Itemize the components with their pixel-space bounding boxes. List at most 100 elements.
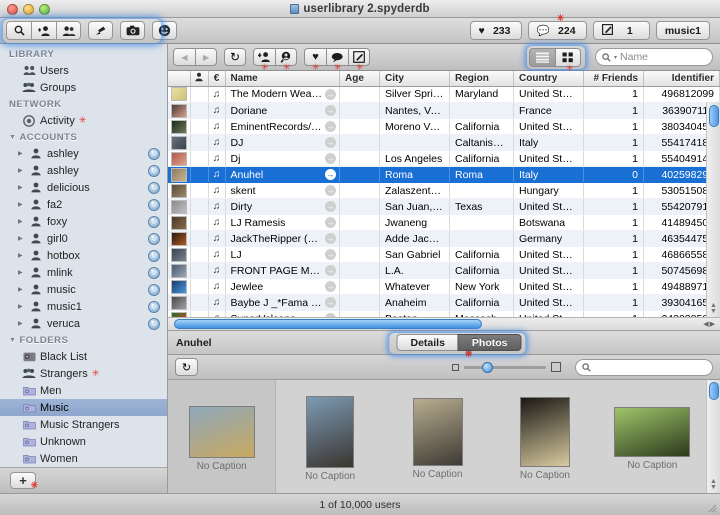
sidebar-item-women[interactable]: Women [0,450,167,467]
sidebar-item-foxy[interactable]: ▶foxy↻ [0,213,167,230]
photo-item[interactable]: No Caption [599,380,706,493]
sidebar-section-header[interactable]: ▼FOLDERS [0,332,167,348]
photo-thumbnail[interactable] [520,397,570,467]
add-friend-button[interactable]: ✳ [253,48,275,66]
email-column-header[interactable]: € [208,71,225,86]
photo-item[interactable]: No Caption [384,380,491,493]
sync-status-icon[interactable]: ↻ [148,250,160,262]
sidebar-item-activity[interactable]: Activity✳ [0,112,167,129]
comments-count-pill[interactable]: ✳ 💬 224 [528,21,587,40]
disclosure-triangle-icon[interactable]: ▼ [9,337,16,344]
add-item-button[interactable]: + ✳ [10,472,36,489]
country-column-header[interactable]: Country [514,71,584,86]
favorites-count-pill[interactable]: ♥ 233 [470,21,522,40]
large-thumbnail-icon[interactable] [551,362,561,372]
tab-details[interactable]: Details [396,334,457,351]
photo-thumbnail[interactable] [614,407,690,457]
table-row[interactable]: ♫FRONT PAGE MUSIC LLC→L.A.CaliforniaUnit… [168,263,720,279]
table-row[interactable]: ♫LJ Ramesis→JwanengBotswana1414894509 [168,215,720,231]
go-to-profile-button[interactable]: → [325,297,336,308]
table-horizontal-scrollbar[interactable]: ◀▶ [168,317,720,331]
disclosure-triangle-icon[interactable]: ▶ [18,286,25,293]
city-column-header[interactable]: City [380,71,450,86]
friends-column-header[interactable]: # Friends [584,71,644,86]
sidebar-section-header[interactable]: ▼ACCOUNTS [0,129,167,145]
sidebar-item-ashley[interactable]: ▶ashley↻ [0,145,167,162]
go-to-profile-button[interactable]: → [325,105,336,116]
sync-status-icon[interactable]: ↻ [148,318,160,330]
table-row[interactable]: ♫EminentRecords/FaultlinePr...→Moreno Va… [168,119,720,135]
sync-status-icon[interactable]: ↻ [148,216,160,228]
sidebar-item-men[interactable]: Men [0,382,167,399]
sidebar-item-music-strangers[interactable]: Music Strangers [0,416,167,433]
sidebar-item-unknown[interactable]: Unknown [0,433,167,450]
table-row[interactable]: ♫The Modern Weapons→Silver SpringMarylan… [168,87,720,103]
photo-scrollbar-arrows[interactable]: ▲▼ [710,479,717,491]
sync-status-icon[interactable]: ↻ [148,148,160,160]
go-to-profile-button[interactable]: → [325,185,336,196]
region-column-header[interactable]: Region [450,71,514,86]
sync-status-icon[interactable]: ↻ [148,267,160,279]
table-row[interactable]: ♫DJ→CaltanissettaItaly1554174186 [168,135,720,151]
go-to-profile-button[interactable]: → [325,201,336,212]
disclosure-triangle-icon[interactable]: ▶ [18,235,25,242]
sidebar-item-black-list[interactable]: Black List [0,348,167,365]
go-to-profile-button[interactable]: → [325,153,336,164]
photo-thumbnail[interactable] [413,398,463,466]
table-row[interactable]: ♫Anuhel→RomaRomaItaly0402598298 [168,167,720,183]
photo-thumbnail[interactable] [189,406,255,458]
disclosure-triangle-icon[interactable]: ▶ [18,201,25,208]
sidebar-item-fa2[interactable]: ▶fa2↻ [0,196,167,213]
thumbnail-size-slider[interactable] [464,366,546,369]
sidebar-item-users[interactable]: Users [0,62,167,79]
small-thumbnail-icon[interactable] [452,364,459,371]
scrollbar-thumb[interactable] [709,105,719,127]
sidebar-item-delicious[interactable]: ▶delicious↻ [0,179,167,196]
sidebar-item-music[interactable]: ▶music↻ [0,281,167,298]
disclosure-triangle-icon[interactable]: ▶ [18,320,25,327]
disclosure-triangle-icon[interactable]: ▶ [18,167,25,174]
slider-knob[interactable] [482,362,493,373]
zoom-button[interactable] [39,4,50,15]
sync-status-icon[interactable]: ↻ [148,165,160,177]
hscrollbar-arrows[interactable]: ◀▶ [703,320,718,328]
tab-photos[interactable]: Photos ✳ [458,334,522,351]
table-vertical-scrollbar[interactable]: ▲▼ [706,102,720,318]
search-input[interactable]: ▾ Name [595,48,713,66]
photo-vertical-scrollbar[interactable]: ▲▼ [706,380,720,493]
refresh-button[interactable]: ↻ [224,48,246,66]
scrollbar-arrows[interactable]: ▲▼ [710,303,717,315]
users-icon-button[interactable] [56,21,81,40]
identifier-column-header[interactable]: Identifier [644,71,720,86]
table-row[interactable]: ♫JackTheRipper (DIE 666 EP )...→Adde Jac… [168,231,720,247]
sidebar-item-strangers[interactable]: Strangers✳ [0,365,167,382]
compose-button[interactable]: ✳ [348,48,370,66]
go-to-profile-button[interactable]: → [325,281,336,292]
sidebar-item-mlink[interactable]: ▶mlink↻ [0,264,167,281]
go-to-profile-button[interactable]: → [325,265,336,276]
disclosure-triangle-icon[interactable]: ▶ [18,218,25,225]
photo-item[interactable]: No Caption [491,380,598,493]
forward-button[interactable]: ▶ [195,48,217,66]
sidebar-item-girl0[interactable]: ▶girl0↻ [0,230,167,247]
sync-status-icon[interactable]: ↻ [148,284,160,296]
photo-item[interactable]: No Caption [168,380,276,493]
pin-icon-button[interactable] [88,21,113,40]
go-to-profile-button[interactable]: → [325,89,336,100]
disclosure-triangle-icon[interactable]: ▶ [18,150,25,157]
photo-refresh-button[interactable]: ↻ [175,358,198,376]
table-row[interactable]: ♫skent→ZalaszentgrótHungary1530515083 [168,183,720,199]
sidebar-item-ashley[interactable]: ▶ashley↻ [0,162,167,179]
comment-button[interactable]: ✳ [326,48,348,66]
disclosure-triangle-icon[interactable]: ▶ [18,269,25,276]
table-row[interactable]: ♫Jewlee→WhateverNew YorkUnited States149… [168,279,720,295]
go-to-profile-button[interactable]: → [325,169,336,180]
go-to-profile-button[interactable]: → [325,233,336,244]
photo-thumbnail[interactable] [306,396,354,468]
resize-grip-icon[interactable] [705,501,717,513]
sidebar-item-veruca[interactable]: ▶veruca↻ [0,315,167,332]
go-to-profile-button[interactable]: → [325,137,336,148]
sidebar-item-hotbox[interactable]: ▶hotbox↻ [0,247,167,264]
table-row[interactable]: ♫LJ→San GabrielCaliforniaUnited States14… [168,247,720,263]
view-grid-button[interactable]: ✳ [555,48,581,67]
